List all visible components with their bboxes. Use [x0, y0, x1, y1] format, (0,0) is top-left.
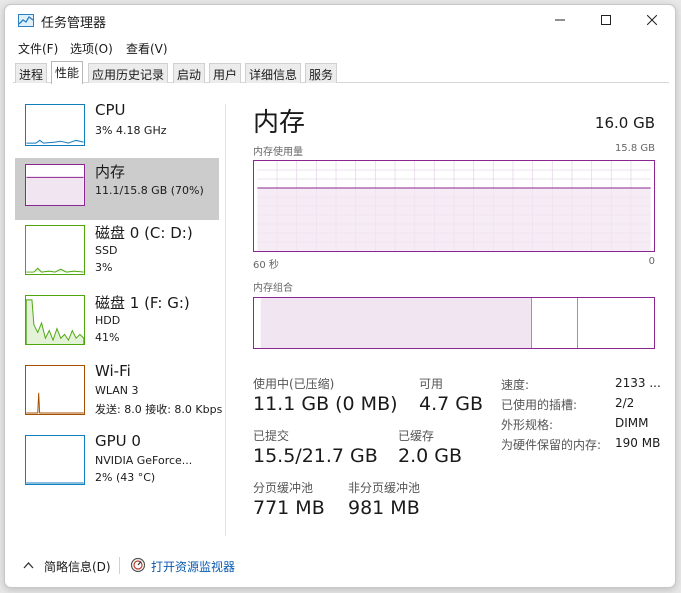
- sidebar-item-gpu[interactable]: GPU 0 NVIDIA GeForce... 2% (43 °C): [15, 429, 219, 491]
- fewer-details-button[interactable]: 简略信息(D): [44, 558, 111, 575]
- sidebar-gpu-title: GPU 0: [95, 432, 141, 450]
- form-factor-value: DIMM: [615, 416, 649, 430]
- cpu-thumbnail-graph: [25, 104, 85, 146]
- tab-users[interactable]: 用户: [209, 63, 242, 83]
- close-icon: [647, 15, 657, 25]
- memory-usage-area: [257, 188, 651, 251]
- paged-pool-label: 分页缓冲池: [253, 481, 314, 495]
- speed-label: 速度:: [501, 378, 530, 392]
- resource-monitor-icon[interactable]: [130, 557, 146, 573]
- memory-composition-label: 内存组合: [253, 283, 293, 294]
- footer-separator: [119, 557, 120, 574]
- sidebar-wifi-throughput: 发送: 8.0 接收: 8.0 Kbps: [95, 403, 223, 416]
- gpu-thumbnail-graph: [25, 435, 85, 485]
- tab-details[interactable]: 详细信息: [245, 63, 302, 83]
- sidebar-memory-title: 内存: [95, 163, 126, 181]
- cached-label: 已缓存: [398, 429, 435, 443]
- slots-label: 已使用的插槽:: [501, 398, 578, 412]
- close-button[interactable]: [629, 5, 675, 35]
- footer-bar: 简略信息(D) 打开资源监视器: [5, 543, 675, 587]
- tab-bar: 进程 性能 应用历史记录 启动 用户 详细信息 服务: [13, 61, 669, 84]
- sidebar-gpu-usage: 2% (43 °C): [95, 471, 156, 484]
- page-title: 内存: [253, 108, 306, 138]
- minimize-button[interactable]: [537, 5, 583, 35]
- performance-panel: CPU 3% 4.18 GHz 内存 11.1/15.8 GB (70%) 磁盘…: [13, 84, 671, 540]
- hardware-reserved-label: 为硬件保留的内存:: [501, 438, 602, 452]
- speed-value: 2133 ...: [615, 376, 661, 390]
- window-title: 任务管理器: [41, 16, 107, 31]
- menu-file[interactable]: 文件(F): [17, 40, 59, 57]
- memory-capacity: 16.0 GB: [594, 114, 655, 132]
- committed-label: 已提交: [253, 429, 290, 443]
- memory-usage-graph: [253, 160, 655, 252]
- disk1-thumbnail-graph: [25, 295, 85, 345]
- sidebar-cpu-title: CPU: [95, 101, 126, 119]
- available-value: 4.7 GB: [419, 393, 484, 415]
- tab-startup[interactable]: 启动: [173, 63, 206, 83]
- maximize-button[interactable]: [583, 5, 629, 35]
- memory-usage-label: 内存使用量: [253, 147, 303, 158]
- memory-composition-bar: [253, 297, 655, 349]
- sidebar-wifi-adapter: WLAN 3: [95, 384, 139, 397]
- menu-bar: 文件(F) 选项(O) 查看(V): [5, 36, 675, 60]
- available-label: 可用: [419, 377, 444, 391]
- tab-services[interactable]: 服务: [305, 63, 338, 83]
- memory-usage-max: 15.8 GB: [614, 143, 655, 154]
- open-resource-monitor-link[interactable]: 打开资源监视器: [151, 558, 235, 575]
- sidebar-disk1-usage: 41%: [95, 331, 120, 344]
- sidebar-memory-usage: 11.1/15.8 GB (70%): [95, 184, 204, 197]
- sidebar-item-disk1[interactable]: 磁盘 1 (F: G:) HDD 41%: [15, 289, 219, 351]
- memory-detail-pane: 内存 16.0 GB 内存使用量 15.8 GB 60 秒 0 内存组合 使用中…: [253, 84, 663, 540]
- memory-thumbnail-graph: [25, 164, 85, 206]
- sidebar-item-wifi[interactable]: Wi-Fi WLAN 3 发送: 8.0 接收: 8.0 Kbps: [15, 359, 222, 421]
- sidebar-divider[interactable]: [225, 104, 226, 536]
- task-manager-app-icon: [18, 14, 34, 27]
- title-bar[interactable]: 任务管理器: [5, 5, 675, 35]
- form-factor-label: 外形规格:: [501, 418, 554, 432]
- nonpaged-pool-label: 非分页缓冲池: [348, 481, 421, 495]
- sidebar-item-cpu[interactable]: CPU 3% 4.18 GHz: [15, 98, 219, 160]
- disk0-thumbnail-graph: [25, 225, 85, 275]
- sidebar-item-memory[interactable]: 内存 11.1/15.8 GB (70%): [15, 158, 219, 220]
- slots-value: 2/2: [615, 396, 635, 410]
- task-manager-window: 任务管理器 文件(F) 选项(O) 查看(V) 进程 性能 应用历史记录 启动 …: [4, 4, 676, 588]
- sidebar-disk1-type: HDD: [95, 314, 121, 327]
- sidebar-gpu-name: NVIDIA GeForce...: [95, 454, 193, 467]
- menu-view[interactable]: 查看(V): [125, 40, 169, 57]
- resource-sidebar: CPU 3% 4.18 GHz 内存 11.1/15.8 GB (70%) 磁盘…: [13, 84, 223, 540]
- sidebar-disk1-title: 磁盘 1 (F: G:): [95, 294, 190, 312]
- tab-app-history[interactable]: 应用历史记录: [88, 63, 169, 83]
- in-use-label: 使用中(已压缩): [253, 377, 335, 391]
- wifi-thumbnail-graph: [25, 365, 85, 415]
- menu-options[interactable]: 选项(O): [69, 40, 114, 57]
- composition-in-use-segment: [260, 298, 532, 348]
- time-axis-end: 0: [648, 256, 655, 267]
- paged-pool-value: 771 MB: [253, 497, 325, 519]
- minimize-icon: [555, 19, 565, 21]
- sidebar-cpu-usage: 3% 4.18 GHz: [95, 124, 167, 137]
- cached-value: 2.0 GB: [398, 445, 463, 467]
- hardware-reserved-value: 190 MB: [615, 436, 661, 450]
- maximize-icon: [601, 15, 611, 25]
- committed-value: 15.5/21.7 GB: [253, 445, 378, 467]
- nonpaged-pool-value: 981 MB: [348, 497, 420, 519]
- tab-processes[interactable]: 进程: [15, 63, 48, 83]
- sidebar-disk0-usage: 3%: [95, 261, 113, 274]
- tab-performance[interactable]: 性能: [51, 61, 84, 84]
- sidebar-disk0-title: 磁盘 0 (C: D:): [95, 224, 193, 242]
- in-use-value: 11.1 GB (0 MB): [253, 393, 398, 415]
- sidebar-item-disk0[interactable]: 磁盘 0 (C: D:) SSD 3%: [15, 219, 219, 281]
- time-axis-start: 60 秒: [253, 260, 279, 271]
- chevron-up-icon[interactable]: [23, 561, 34, 569]
- sidebar-disk0-type: SSD: [95, 244, 118, 257]
- sidebar-wifi-title: Wi-Fi: [95, 362, 131, 380]
